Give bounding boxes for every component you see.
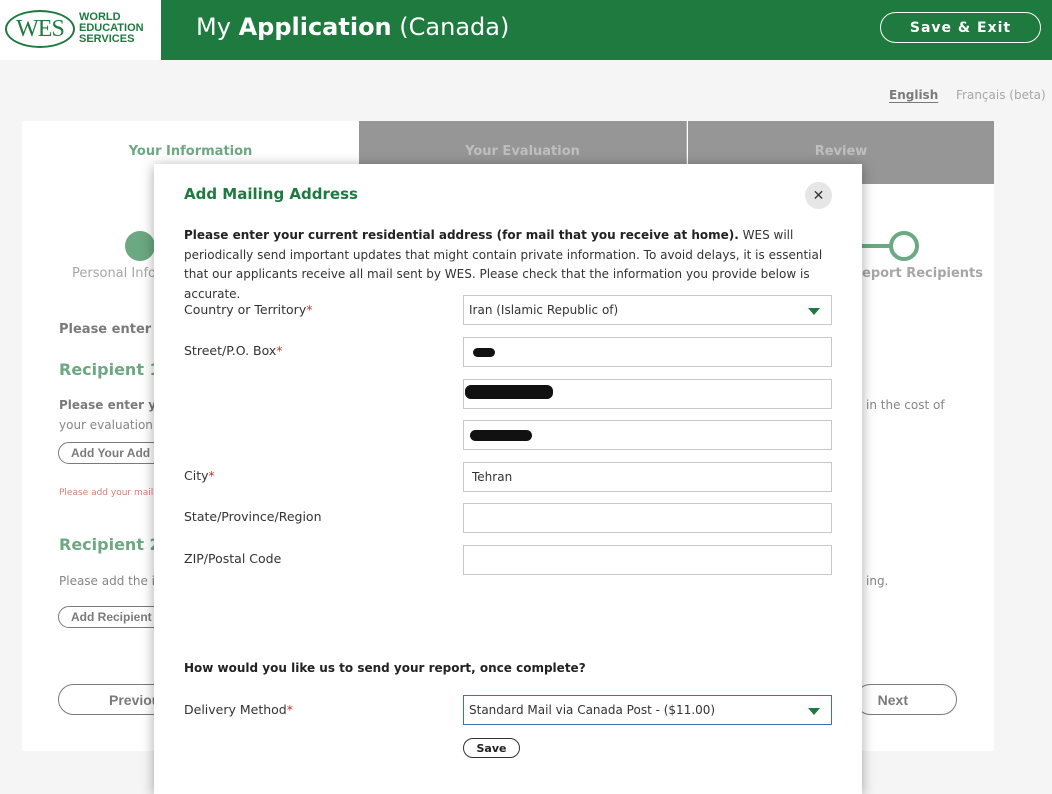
city-label: City* <box>184 468 215 483</box>
delivery-method-select[interactable]: Standard Mail via Canada Post - ($11.00) <box>463 695 832 725</box>
street-label: Street/P.O. Box* <box>184 343 283 358</box>
dialog-intro-text: Please enter your current residential ad… <box>184 228 823 301</box>
save-button[interactable]: Save <box>463 738 520 758</box>
redacted-street-line-2 <box>465 385 553 399</box>
chevron-down-icon <box>808 308 820 315</box>
page-title: My Application (Canada) <box>196 13 510 41</box>
add-mailing-address-dialog: Add Mailing Address ✕ Please enter your … <box>154 164 862 794</box>
save-exit-button[interactable]: Save & Exit <box>880 12 1041 43</box>
street-line-1-input[interactable] <box>463 337 832 367</box>
redacted-street-line-1 <box>473 348 495 357</box>
redacted-street-line-3 <box>470 430 532 441</box>
country-select[interactable]: Iran (Islamic Republic of) <box>463 295 832 325</box>
zip-label: ZIP/Postal Code <box>184 551 282 566</box>
wes-logo-mark: WES <box>5 10 75 48</box>
city-input[interactable] <box>463 462 832 492</box>
wes-logo-text: WORLD EDUCATION SERVICES <box>79 11 144 45</box>
delivery-question: How would you like us to send your repor… <box>184 661 586 675</box>
zip-input[interactable] <box>463 545 832 575</box>
delivery-method-label: Delivery Method* <box>184 702 293 717</box>
state-input[interactable] <box>463 503 832 533</box>
top-header: WES WORLD EDUCATION SERVICES My Applicat… <box>0 0 1052 60</box>
close-icon[interactable]: ✕ <box>805 182 832 209</box>
state-label: State/Province/Region <box>184 509 322 524</box>
dialog-title: Add Mailing Address <box>184 185 358 203</box>
chevron-down-icon <box>808 708 820 715</box>
wes-logo[interactable]: WES WORLD EDUCATION SERVICES <box>0 0 161 60</box>
country-label: Country or Territory* <box>184 302 313 317</box>
